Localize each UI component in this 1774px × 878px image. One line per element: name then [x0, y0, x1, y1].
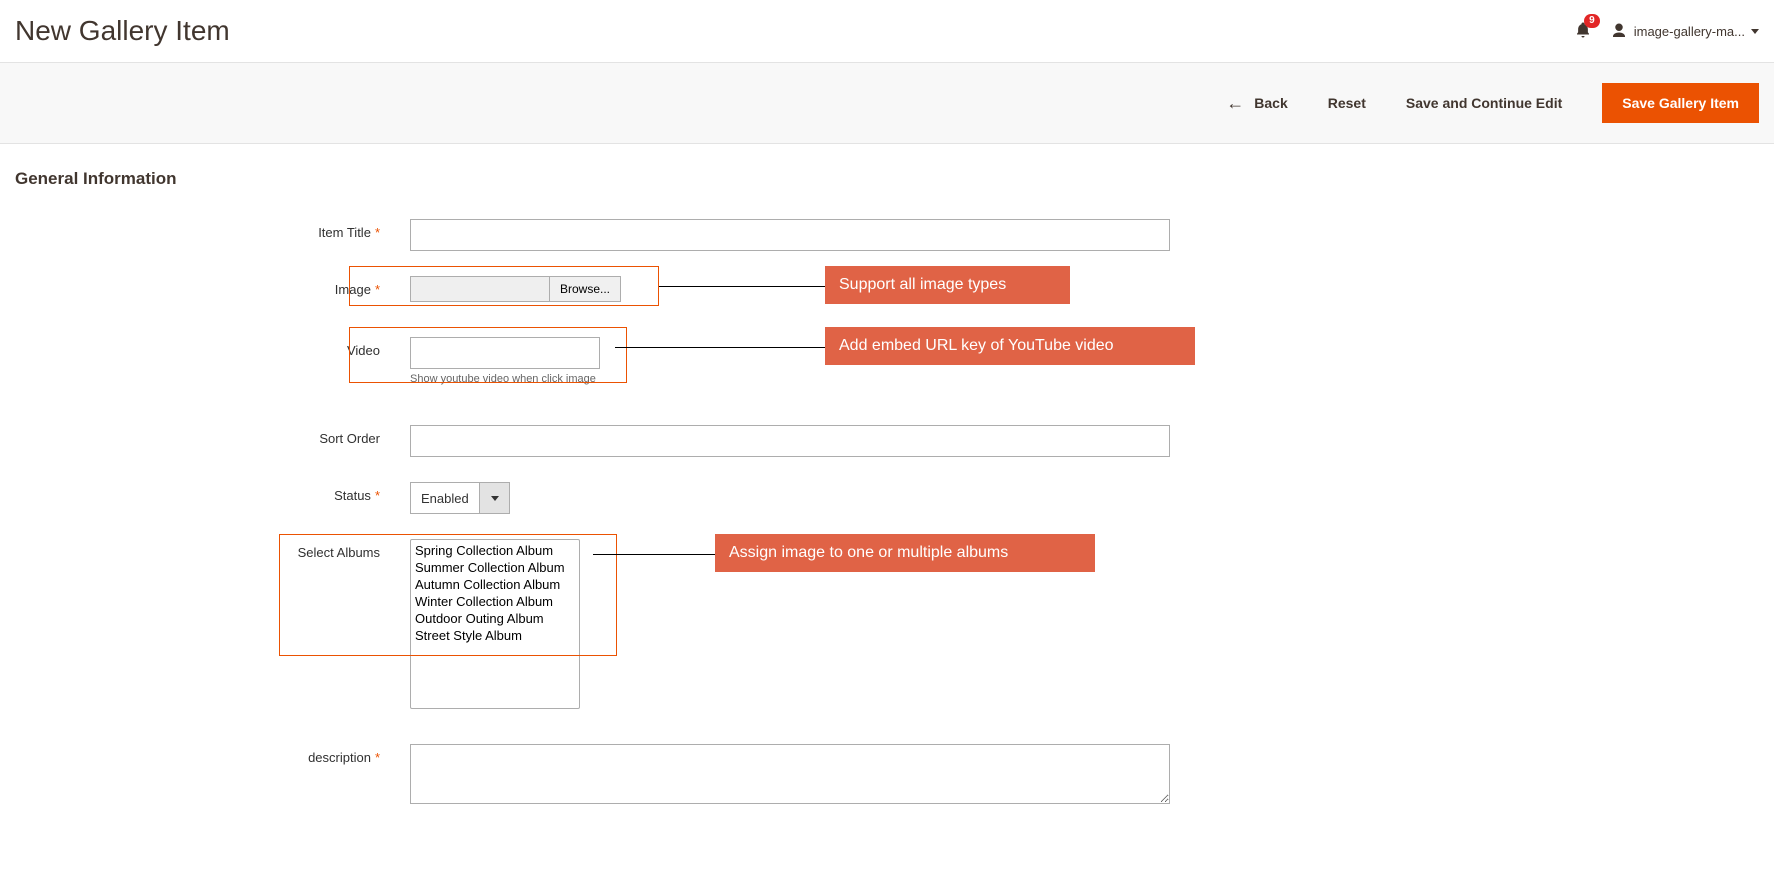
album-option[interactable]: Winter Collection Album [413, 593, 577, 610]
status-toggle[interactable] [480, 482, 510, 514]
row-status: Status* Enabled [15, 482, 1759, 514]
album-option[interactable]: Autumn Collection Album [413, 576, 577, 593]
form: Item Title* Image* Browse... Support all… [0, 219, 1774, 872]
back-button[interactable]: ← Back [1226, 94, 1287, 112]
row-sort-order: Sort Order [15, 425, 1759, 457]
video-input[interactable] [410, 337, 600, 369]
label-status: Status* [15, 482, 410, 503]
label-sort-order: Sort Order [15, 425, 410, 446]
save-button[interactable]: Save Gallery Item [1602, 83, 1759, 123]
section-title: General Information [0, 144, 1774, 219]
back-label: Back [1254, 95, 1287, 111]
albums-multiselect[interactable]: Spring Collection AlbumSummer Collection… [410, 539, 580, 709]
callout-video: Add embed URL key of YouTube video [825, 327, 1195, 365]
image-file-input[interactable]: Browse... [410, 276, 621, 302]
label-video: Video [15, 337, 410, 358]
header-actions: 9 image-gallery-ma... [1574, 20, 1759, 43]
description-textarea[interactable] [410, 744, 1170, 804]
label-albums: Select Albums [15, 539, 410, 560]
status-select[interactable]: Enabled [410, 482, 510, 514]
page-title: New Gallery Item [15, 15, 230, 47]
label-item-title: Item Title* [15, 219, 410, 240]
save-continue-button[interactable]: Save and Continue Edit [1406, 95, 1562, 111]
user-menu[interactable]: image-gallery-ma... [1610, 22, 1759, 40]
file-path-display [410, 276, 550, 302]
album-option[interactable]: Outdoor Outing Album [413, 610, 577, 627]
callout-line-image [659, 286, 825, 287]
user-name: image-gallery-ma... [1634, 24, 1745, 39]
status-value: Enabled [410, 482, 480, 514]
user-icon [1610, 22, 1628, 40]
page-header: New Gallery Item 9 image-gallery-ma... [0, 0, 1774, 62]
row-item-title: Item Title* [15, 219, 1759, 251]
video-hint: Show youtube video when click image [410, 373, 600, 385]
row-albums: Select Albums Spring Collection AlbumSum… [15, 539, 1759, 709]
notifications-button[interactable]: 9 [1574, 20, 1592, 43]
actions-bar: ← Back Reset Save and Continue Edit Save… [0, 62, 1774, 144]
chevron-down-icon [1751, 29, 1759, 34]
album-option[interactable]: Spring Collection Album [413, 542, 577, 559]
label-image: Image* [15, 276, 410, 297]
callout-line-albums [593, 554, 715, 555]
callout-image: Support all image types [825, 266, 1070, 304]
label-description: description* [15, 744, 410, 765]
notifications-count: 9 [1584, 14, 1600, 28]
arrow-left-icon: ← [1226, 94, 1244, 112]
callout-albums: Assign image to one or multiple albums [715, 534, 1095, 572]
item-title-input[interactable] [410, 219, 1170, 251]
album-option[interactable]: Street Style Album [413, 627, 577, 644]
callout-line-video [615, 347, 825, 348]
row-image: Image* Browse... Support all image types [15, 276, 1759, 302]
row-video: Video Show youtube video when click imag… [15, 337, 1759, 385]
chevron-down-icon [491, 496, 499, 501]
sort-order-input[interactable] [410, 425, 1170, 457]
reset-button[interactable]: Reset [1328, 95, 1366, 111]
browse-button[interactable]: Browse... [549, 276, 621, 302]
row-description: description* [15, 744, 1759, 807]
album-option[interactable]: Summer Collection Album [413, 559, 577, 576]
